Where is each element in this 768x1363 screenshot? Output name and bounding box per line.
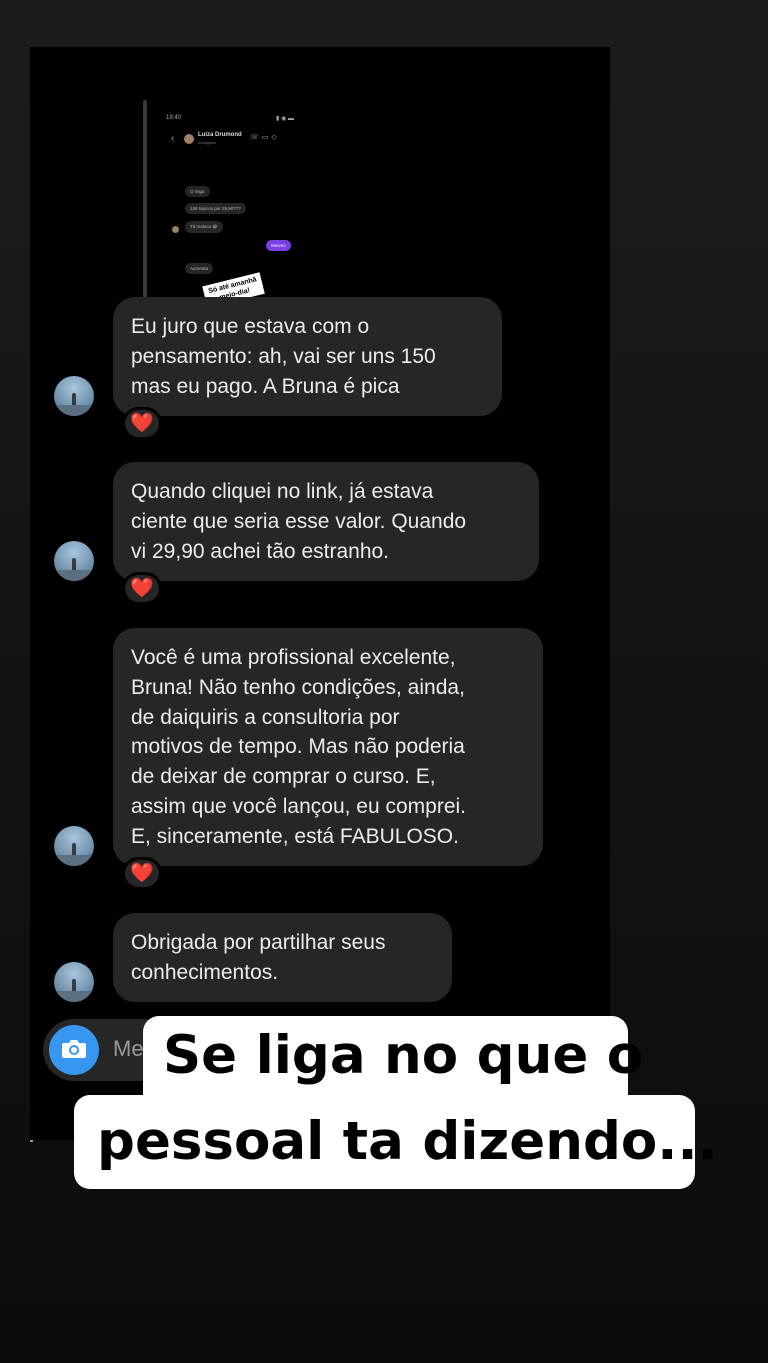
mini-status-time: 19:40 <box>166 115 182 121</box>
caption-line2: pessoal ta dizendo... <box>74 1095 718 1189</box>
caption-line1: Se liga no que o <box>143 1016 643 1096</box>
heart-reaction-icon[interactable]: ❤️ <box>122 857 162 890</box>
mini-contact-name: Luiza Drumond <box>198 132 242 138</box>
message-bubble[interactable]: Obrigada por partilhar seus conhecimento… <box>113 913 452 1002</box>
mini-message: Aumenta <box>185 263 214 274</box>
mini-avatar-small <box>172 226 179 233</box>
heart-reaction-icon[interactable]: ❤️ <box>122 572 162 605</box>
mini-message: O miga <box>185 186 210 197</box>
edge-mark <box>30 1140 33 1142</box>
message-bubble[interactable]: Você é uma profissional excelente, Bruna… <box>113 628 543 866</box>
avatar[interactable] <box>54 826 94 866</box>
mini-message-sent: Mesmo <box>266 240 291 251</box>
message-input[interactable]: Me <box>113 1036 144 1062</box>
mini-contact-sub: Instagram <box>198 140 216 145</box>
story-background: 19:40 ▮ ◉ ▬ ‹ Luiza Drumond Instagram ☏▭… <box>0 0 768 1363</box>
mini-status-icons: ▮ ◉ ▬ <box>276 116 294 122</box>
mini-avatar <box>184 134 194 144</box>
message-bubble[interactable]: Eu juro que estava com o pensamento: ah,… <box>113 297 502 416</box>
dm-screenshot: 19:40 ▮ ◉ ▬ ‹ Luiza Drumond Instagram ☏▭… <box>30 47 610 1140</box>
mini-message: 128 tópicos por 29,90??? <box>185 203 246 214</box>
message-bubble[interactable]: Quando cliquei no link, já estava ciente… <box>113 462 539 581</box>
heart-reaction-icon[interactable]: ❤️ <box>122 407 162 440</box>
avatar[interactable] <box>54 962 94 1002</box>
shared-story-thumbnail[interactable]: 19:40 ▮ ◉ ▬ ‹ Luiza Drumond Instagram ☏▭… <box>160 107 310 327</box>
avatar[interactable] <box>54 541 94 581</box>
mini-call-icons: ☏▭◇ <box>250 134 280 141</box>
mini-message: Tá maluca 😂 <box>185 221 223 233</box>
camera-icon[interactable] <box>49 1025 99 1075</box>
mini-back-icon: ‹ <box>171 133 175 144</box>
avatar[interactable] <box>54 376 94 416</box>
